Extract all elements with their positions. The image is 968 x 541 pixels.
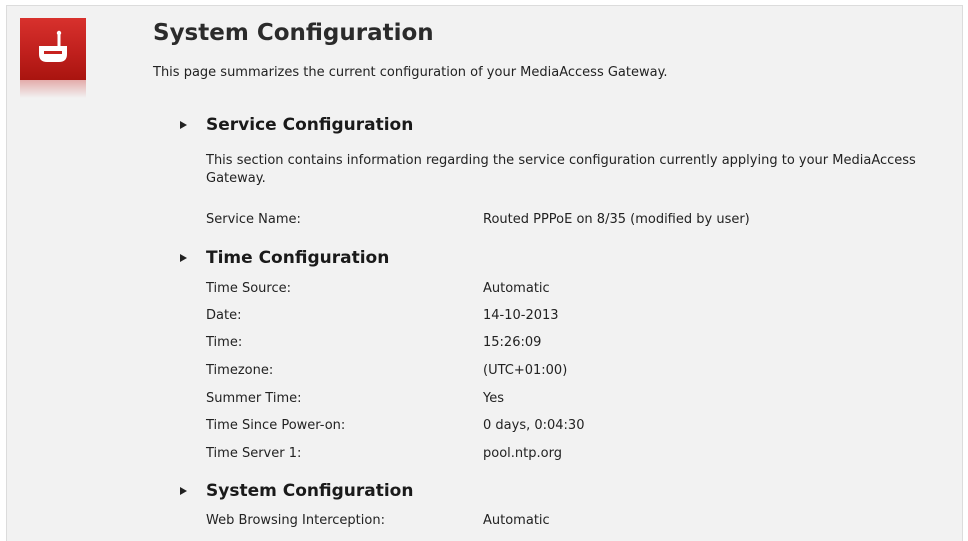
section-description-service: This section contains information regard… xyxy=(206,153,916,186)
page-title: System Configuration xyxy=(153,20,434,46)
section-title-service[interactable]: Service Configuration xyxy=(206,115,413,135)
label-time-server-1: Time Server 1: xyxy=(206,446,302,461)
value-summer-time: Yes xyxy=(483,391,504,406)
section-title-system[interactable]: System Configuration xyxy=(206,481,413,501)
expand-arrow-icon[interactable] xyxy=(180,254,187,262)
value-timezone: (UTC+01:00) xyxy=(483,363,568,378)
label-summer-time: Summer Time: xyxy=(206,391,302,406)
value-time-since-power-on: 0 days, 0:04:30 xyxy=(483,418,585,433)
label-time: Time: xyxy=(206,335,243,350)
expand-arrow-icon[interactable] xyxy=(180,487,187,495)
value-time-source: Automatic xyxy=(483,281,550,296)
expand-arrow-icon[interactable] xyxy=(180,121,187,129)
section-title-time[interactable]: Time Configuration xyxy=(206,248,389,268)
gateway-icon xyxy=(39,30,67,62)
value-date: 14-10-2013 xyxy=(483,308,559,323)
label-service-name: Service Name: xyxy=(206,212,301,227)
label-timezone: Timezone: xyxy=(206,363,274,378)
label-web-browsing-interception: Web Browsing Interception: xyxy=(206,513,385,528)
logo-tile xyxy=(20,18,86,80)
value-web-browsing-interception: Automatic xyxy=(483,513,550,528)
value-service-name: Routed PPPoE on 8/35 (modified by user) xyxy=(483,212,750,227)
label-date: Date: xyxy=(206,308,242,323)
label-time-source: Time Source: xyxy=(206,281,291,296)
value-time-server-1: pool.ntp.org xyxy=(483,446,562,461)
label-time-since-power-on: Time Since Power-on: xyxy=(206,418,346,433)
gateway-logo xyxy=(20,18,86,98)
page-description: This page summarizes the current configu… xyxy=(153,65,668,80)
value-time: 15:26:09 xyxy=(483,335,542,350)
logo-reflection xyxy=(20,80,86,98)
